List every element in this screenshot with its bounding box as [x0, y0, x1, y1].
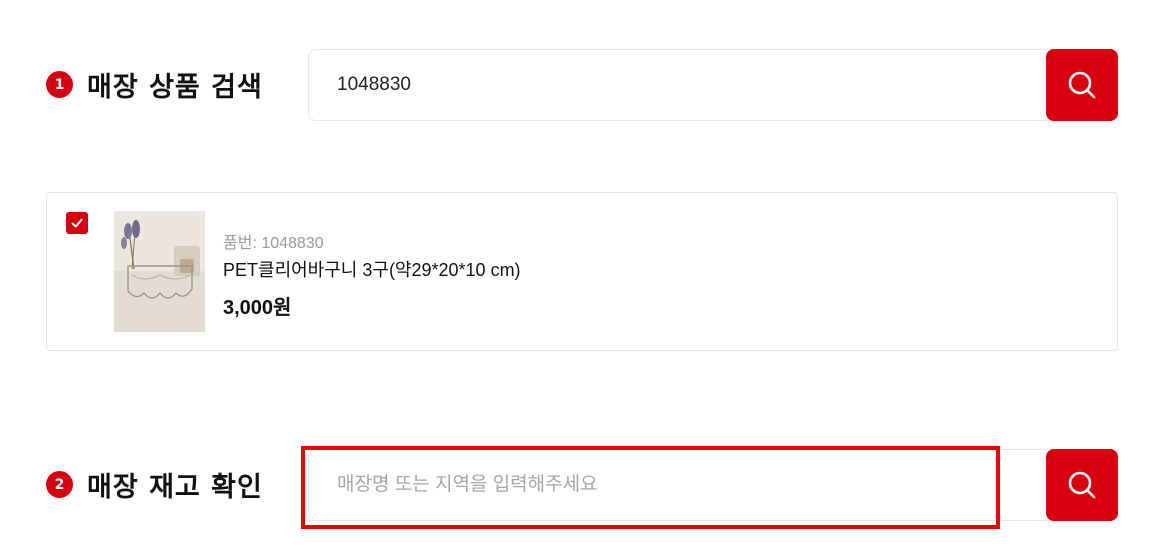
product-code: 품번: 1048830	[223, 235, 324, 252]
product-result-card[interactable]: 품번: 1048830 PET클리어바구니 3구(약29*20*10 cm) 3…	[46, 192, 1118, 351]
product-select-checkbox[interactable]	[66, 212, 88, 234]
product-price: 3,000원	[223, 297, 292, 319]
search-icon	[1068, 471, 1096, 499]
section-title-text: 매장 재고 확인	[87, 472, 263, 503]
section-product-search-title: 1 매장 상품 검색	[46, 65, 263, 104]
product-thumbnail	[114, 211, 205, 332]
product-name: PET클리어바구니 3구(약29*20*10 cm)	[223, 260, 521, 280]
search-icon	[1068, 71, 1096, 99]
product-search-button[interactable]	[1046, 49, 1118, 121]
store-search-input[interactable]	[309, 450, 1047, 520]
check-icon	[71, 218, 83, 228]
product-search-input[interactable]	[309, 50, 1047, 120]
step-number-badge: 2	[46, 471, 73, 498]
section-title-text: 매장 상품 검색	[87, 72, 263, 103]
store-search-box	[308, 449, 1118, 521]
section-stock-check-title: 2 매장 재고 확인	[46, 465, 263, 504]
store-search-button[interactable]	[1046, 449, 1118, 521]
product-search-box	[308, 49, 1118, 121]
step-number-badge: 1	[46, 71, 73, 98]
